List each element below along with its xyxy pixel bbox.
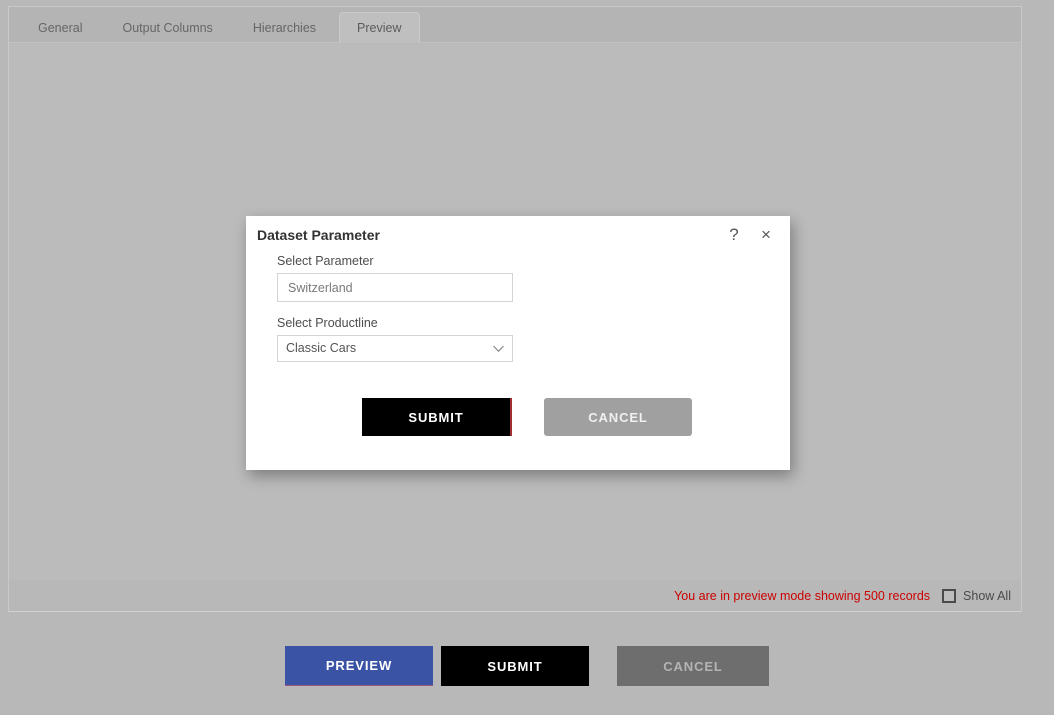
- select-parameter-input[interactable]: [277, 273, 513, 302]
- select-parameter-label: Select Parameter: [277, 254, 374, 268]
- cancel-button[interactable]: CANCEL: [617, 646, 769, 686]
- tab-output-columns[interactable]: Output Columns: [105, 13, 229, 43]
- footer-action-bar: PREVIEW SUBMIT CANCEL: [0, 646, 1054, 686]
- help-icon[interactable]: ?: [722, 223, 746, 247]
- select-productline-value: Classic Cars: [277, 335, 513, 362]
- tab-strip: General Output Columns Hierarchies Previ…: [9, 7, 1021, 43]
- dialog-header: Dataset Parameter ? ×: [246, 216, 790, 254]
- select-parameter-field: Select Parameter: [277, 254, 790, 302]
- tab-label: Preview: [357, 21, 402, 35]
- dialog-cancel-button[interactable]: CANCEL: [544, 398, 692, 436]
- tab-label: Hierarchies: [252, 21, 317, 35]
- tab-general[interactable]: General: [21, 13, 99, 43]
- dialog-action-bar: SUBMIT CANCEL: [0, 398, 1054, 436]
- tab-hierarchies[interactable]: Hierarchies: [236, 13, 333, 43]
- select-productline-label: Select Productline: [277, 316, 378, 330]
- dialog-submit-button[interactable]: SUBMIT: [362, 398, 512, 436]
- show-all-checkbox[interactable]: [942, 588, 957, 603]
- tab-label: General: [38, 21, 83, 35]
- show-all-label: Show All: [963, 588, 1011, 603]
- dialog-title: Dataset Parameter: [257, 227, 380, 243]
- tab-preview[interactable]: Preview: [339, 12, 420, 43]
- status-bar: You are in preview mode showing 500 reco…: [9, 580, 1021, 611]
- close-icon[interactable]: ×: [754, 223, 778, 247]
- submit-button[interactable]: SUBMIT: [441, 646, 589, 686]
- dialog-body: Select Parameter Select Productline Clas…: [246, 254, 790, 362]
- preview-button[interactable]: PREVIEW: [285, 646, 433, 686]
- select-productline-dropdown[interactable]: Classic Cars: [277, 335, 513, 362]
- preview-mode-message: You are in preview mode showing 500 reco…: [674, 588, 931, 603]
- tab-label: Output Columns: [122, 21, 213, 35]
- select-productline-field: Select Productline Classic Cars: [277, 316, 790, 362]
